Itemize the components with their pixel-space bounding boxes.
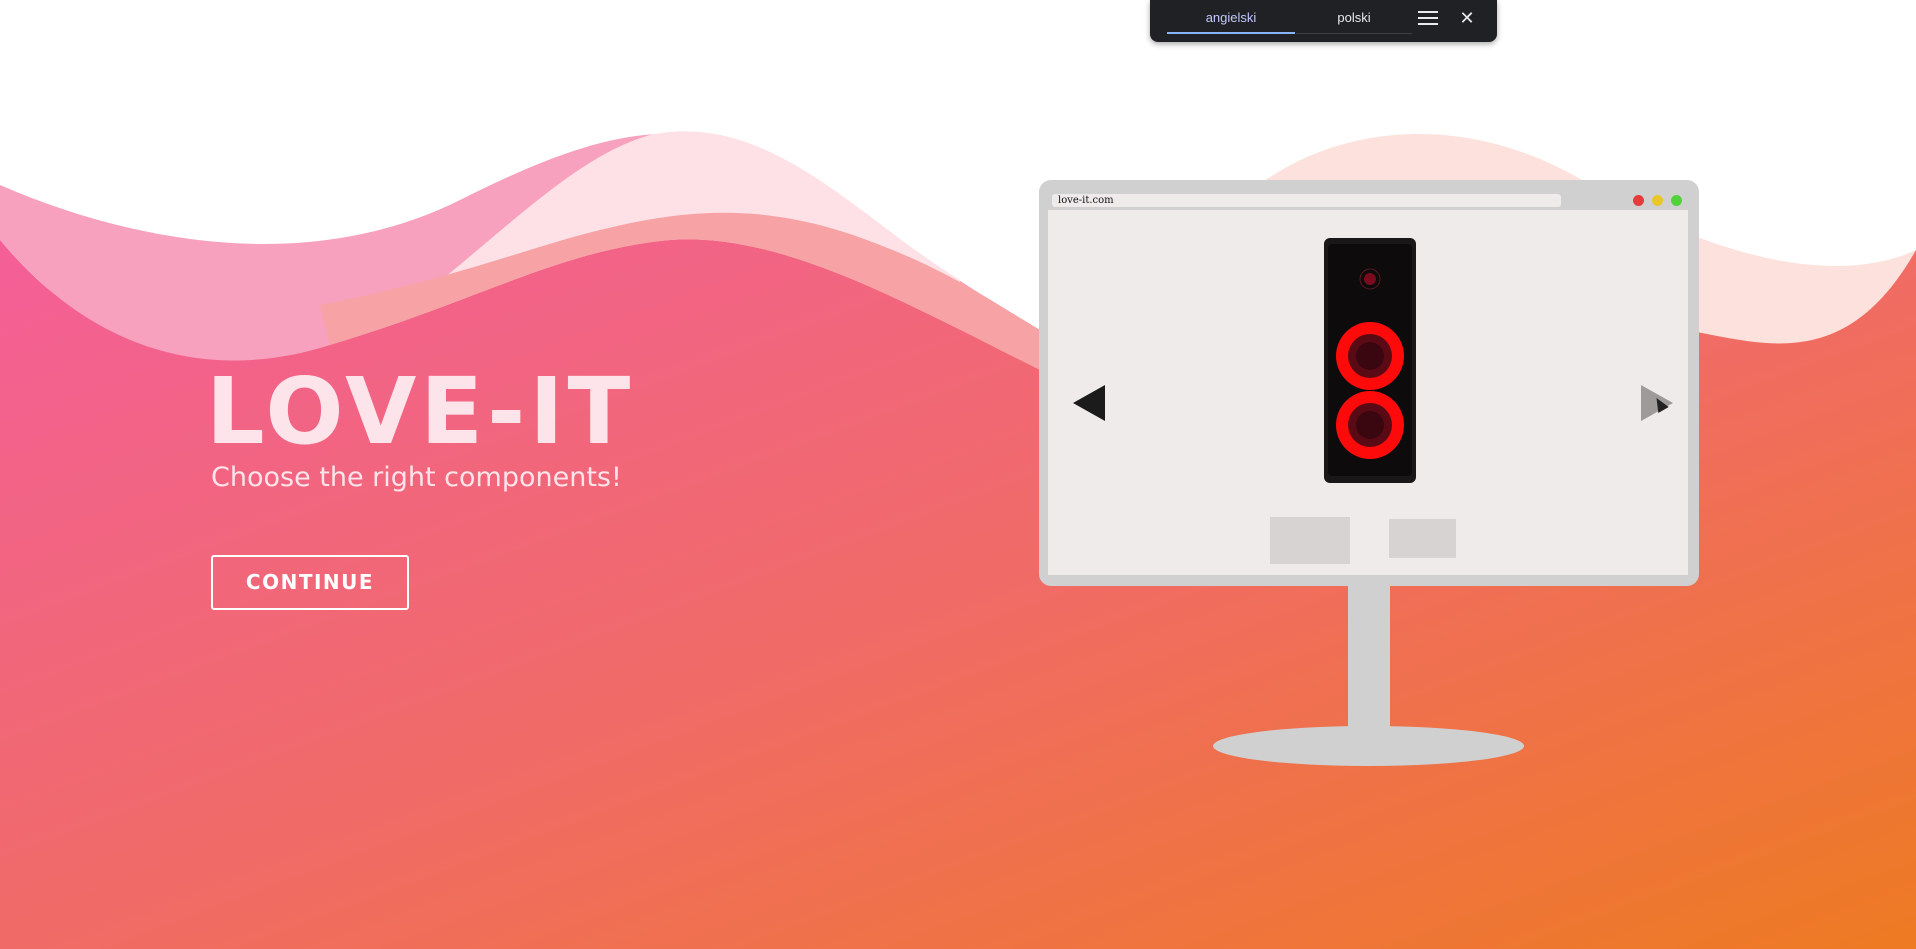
- placeholder-button[interactable]: [1270, 517, 1350, 564]
- site-logo-title: LOVE-IT: [206, 358, 635, 465]
- tagline: Choose the right components!: [211, 462, 622, 493]
- triangle-left-icon[interactable]: [1073, 385, 1105, 421]
- placeholder-button[interactable]: [1389, 519, 1456, 558]
- window-minimize-dot[interactable]: [1652, 195, 1663, 206]
- address-bar: love-it.com: [1052, 194, 1561, 207]
- tab-angielski[interactable]: angielski: [1167, 0, 1295, 36]
- tab-divider: [1296, 33, 1412, 34]
- translate-toolbar: angielski polski ✕: [1150, 0, 1497, 42]
- window-close-dot[interactable]: [1633, 195, 1644, 206]
- hamburger-menu-icon[interactable]: [1417, 8, 1439, 28]
- window-maximize-dot[interactable]: [1671, 195, 1682, 206]
- page: angielski polski ✕ LOVE-IT Choose the ri…: [0, 0, 1916, 949]
- pc-case-image: [1324, 238, 1416, 483]
- close-icon[interactable]: ✕: [1455, 6, 1479, 30]
- monitor-stand-base: [1213, 726, 1524, 766]
- continue-button[interactable]: CONTINUE: [211, 555, 409, 610]
- monitor-stand-neck: [1348, 584, 1390, 732]
- monitor-screen: [1048, 210, 1688, 575]
- monitor-illustration: love-it.com: [1039, 180, 1699, 586]
- tab-polski[interactable]: polski: [1295, 0, 1413, 36]
